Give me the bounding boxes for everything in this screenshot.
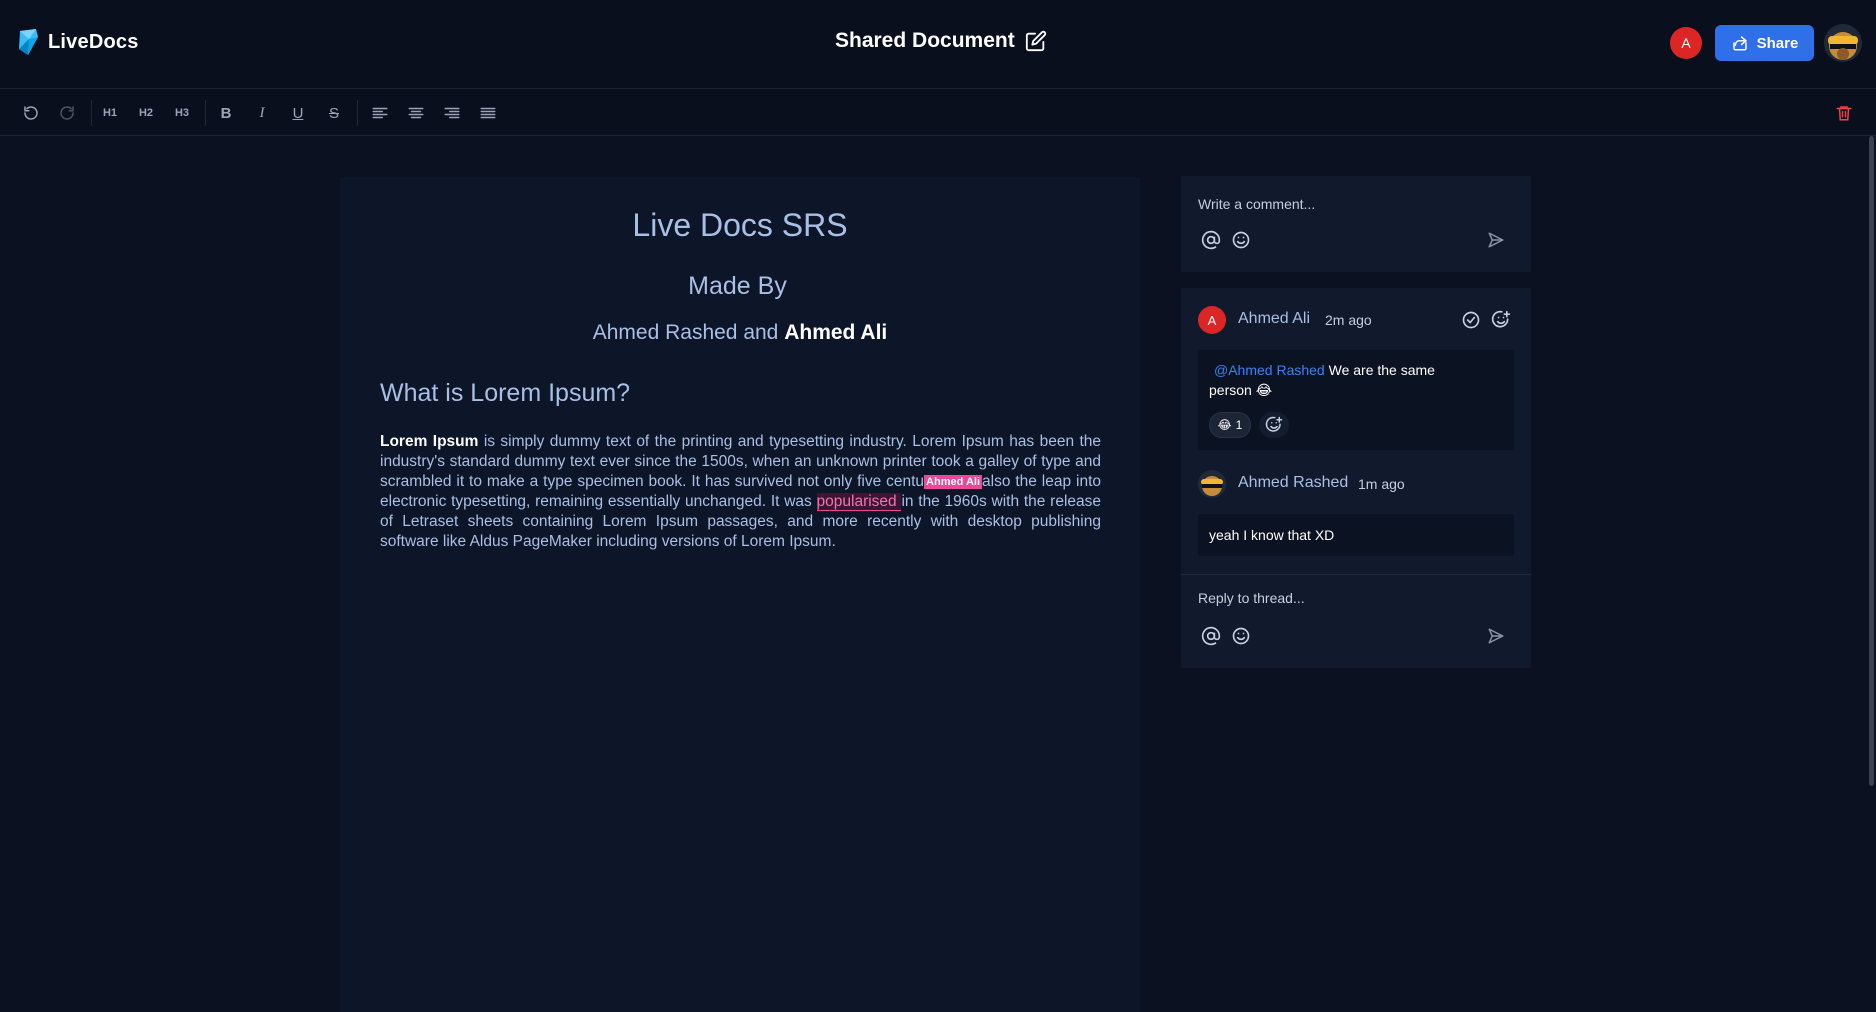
app-logo[interactable]: LiveDocs	[16, 27, 139, 57]
comment-author: Ahmed Rashed	[1238, 474, 1349, 491]
commented-highlight[interactable]: popularised	[816, 493, 902, 511]
send-icon[interactable]	[1487, 627, 1505, 645]
resolve-icon[interactable]	[1461, 310, 1481, 330]
document-title[interactable]: Shared Document	[835, 29, 1015, 53]
italic-button[interactable]: I	[247, 98, 277, 128]
send-icon[interactable]	[1487, 231, 1505, 249]
add-reaction-icon	[1265, 416, 1283, 432]
document-heading-subtitle: Made By	[688, 272, 787, 300]
app-name: LiveDocs	[48, 30, 139, 53]
reaction-emoji: 😂	[1217, 418, 1232, 432]
comment-time: 2m ago	[1325, 312, 1372, 328]
undo-button[interactable]	[16, 98, 46, 128]
align-center-button[interactable]	[401, 98, 431, 128]
share-label: Share	[1756, 34, 1799, 52]
align-left-icon	[372, 107, 388, 119]
comment-text-line1: We are the same	[1324, 362, 1435, 378]
add-reaction-button[interactable]	[1259, 412, 1289, 438]
reaction-count: 1	[1235, 418, 1243, 432]
para-bold: Lorem Ipsum	[380, 433, 479, 450]
heading1-button[interactable]: H1	[95, 98, 125, 128]
avatar-photo	[1198, 470, 1226, 498]
delete-document-button[interactable]	[1829, 98, 1859, 128]
authors-bold: Ahmed Ali	[784, 321, 888, 344]
align-justify-button[interactable]	[473, 98, 503, 128]
align-right-icon	[444, 107, 460, 119]
collaborator-cursor-label: Ahmed Ali	[924, 475, 983, 489]
comment-input[interactable]	[1198, 196, 1498, 212]
comment-thread: A Ahmed Ali 2m ago @Ahmed Rashed We are …	[1181, 288, 1531, 668]
toolbar-divider	[91, 100, 92, 126]
toolbar-divider	[357, 100, 358, 126]
reaction-pill[interactable]: 😂 1	[1209, 412, 1251, 438]
at-icon[interactable]	[1201, 230, 1221, 250]
align-left-button[interactable]	[365, 98, 395, 128]
body-paragraph: Lorem Ipsum is simply dummy text of the …	[380, 432, 1101, 552]
document-heading-title: Live Docs SRS	[632, 207, 848, 243]
toolbar-divider	[205, 100, 206, 126]
user-profile-avatar[interactable]	[1824, 24, 1862, 62]
section-heading: What is Lorem Ipsum?	[380, 379, 631, 407]
underline-button[interactable]: U	[283, 98, 313, 128]
share-button[interactable]: Share	[1715, 25, 1814, 61]
align-center-icon	[408, 107, 424, 119]
document-editor[interactable]: Live Docs SRS Made By Ahmed Rashed and A…	[340, 177, 1140, 1012]
at-icon[interactable]	[1201, 626, 1221, 646]
document-title-area: Shared Document	[835, 29, 1047, 53]
bold-button[interactable]: B	[211, 98, 241, 128]
comment-text-line2: person 😂	[1209, 382, 1273, 398]
emoji-icon[interactable]	[1231, 626, 1251, 646]
align-justify-icon	[480, 107, 496, 119]
editor-toolbar: H1 H2 H3 B I U S	[0, 90, 1876, 136]
logo-icon	[19, 29, 38, 55]
thread-divider	[1181, 574, 1531, 575]
heading2-button[interactable]: H2	[131, 98, 161, 128]
share-icon	[1732, 36, 1747, 51]
strikethrough-button[interactable]: S	[319, 98, 349, 128]
edit-icon[interactable]	[1025, 30, 1047, 52]
comment-author: Ahmed Ali	[1238, 310, 1311, 327]
comment-body: @Ahmed Rashed We are the same person 😂 😂…	[1198, 350, 1514, 450]
app-header: LiveDocs Shared Document A Share	[0, 0, 1876, 89]
page-scrollbar[interactable]	[1869, 136, 1874, 786]
document-authors: Ahmed Rashed and Ahmed Ali	[340, 321, 1140, 345]
redo-icon	[60, 106, 74, 120]
comment-time: 1m ago	[1358, 476, 1405, 492]
active-user-avatar[interactable]: A	[1670, 27, 1702, 59]
undo-icon	[24, 106, 38, 120]
redo-button[interactable]	[52, 98, 82, 128]
authors-plain: Ahmed Rashed and	[592, 321, 785, 344]
comment-avatar	[1198, 470, 1226, 498]
add-reaction-icon[interactable]	[1491, 310, 1511, 330]
heading3-button[interactable]: H3	[167, 98, 197, 128]
align-right-button[interactable]	[437, 98, 467, 128]
emoji-icon[interactable]	[1231, 230, 1251, 250]
profile-photo	[1824, 24, 1862, 62]
comment-avatar: A	[1198, 306, 1226, 334]
user-mention[interactable]: @Ahmed Rashed	[1214, 362, 1325, 378]
comment-body: yeah I know that XD	[1198, 514, 1514, 556]
trash-icon	[1836, 106, 1852, 121]
new-comment-composer	[1181, 176, 1531, 272]
comment-text: yeah I know that XD	[1209, 527, 1335, 543]
comment-text: @Ahmed Rashed We are the same	[1214, 360, 1504, 380]
reply-input[interactable]	[1198, 590, 1498, 606]
